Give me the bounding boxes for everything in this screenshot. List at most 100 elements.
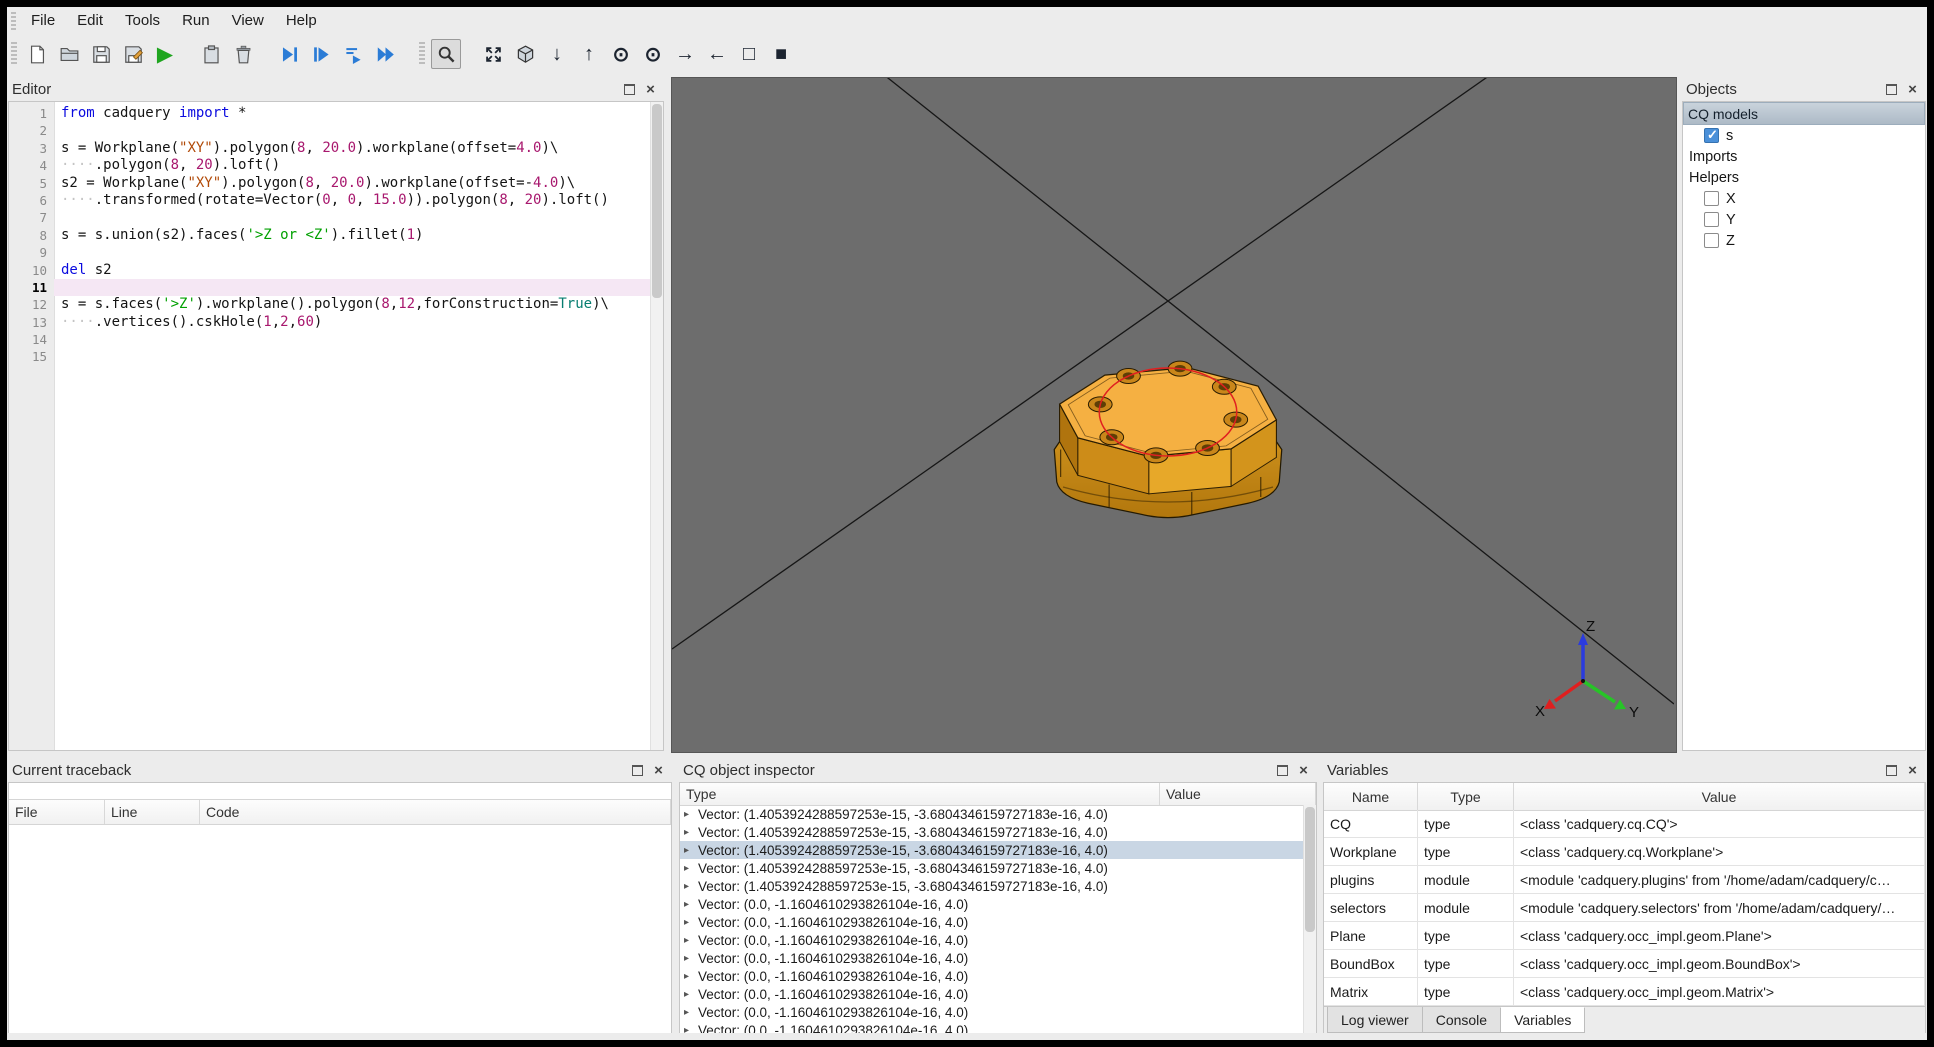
code-lines[interactable]: 1 from cadquery import * 2 3s = Workplane(… xyxy=(9,105,650,366)
code-line[interactable]: 11 xyxy=(9,278,650,297)
checkbox-s[interactable] xyxy=(1704,127,1719,143)
close-panel-button[interactable]: × xyxy=(1905,763,1920,778)
variable-row[interactable]: selectors module <module 'cadquery.selecto… xyxy=(1324,894,1925,922)
inspector-row[interactable]: ▸ Vector: (0.0, -1.1604610293826104e-16, … xyxy=(680,985,1303,1003)
tree-item-imports[interactable]: Imports xyxy=(1683,146,1925,167)
checkbox-x[interactable] xyxy=(1704,191,1719,206)
code-line[interactable]: 3s = Workplane("XY").polygon(8, 20.0).wo… xyxy=(9,140,650,157)
inspector-scrollbar[interactable] xyxy=(1303,805,1316,1033)
code-line[interactable]: 14 xyxy=(9,331,650,348)
close-panel-button[interactable]: × xyxy=(1296,763,1311,778)
variable-row[interactable]: plugins module <module 'cadquery.plugins' … xyxy=(1324,866,1925,894)
expander-icon[interactable]: ▸ xyxy=(684,971,698,982)
variable-row[interactable]: Workplane type <class 'cadquery.cq.Workpla… xyxy=(1324,838,1925,866)
float-panel-button[interactable] xyxy=(1884,763,1899,778)
column-header-name[interactable]: Name xyxy=(1324,783,1418,810)
close-panel-button[interactable]: × xyxy=(651,763,666,778)
view-bottom-button[interactable]: ↓ xyxy=(543,40,571,68)
editor-scrollbar[interactable] xyxy=(650,102,663,750)
code-line[interactable]: 9 xyxy=(9,244,650,261)
code-line[interactable]: 1 from cadquery import * xyxy=(9,105,650,122)
column-header-value[interactable]: Value xyxy=(1160,783,1316,805)
tab-console[interactable]: Console xyxy=(1421,1007,1502,1033)
menubar-grip[interactable] xyxy=(11,12,16,30)
float-panel-button[interactable] xyxy=(1884,82,1899,97)
iso-view-button[interactable] xyxy=(511,40,539,68)
view-front-button[interactable]: ⊙ xyxy=(607,40,635,68)
inspector-row[interactable]: ▸ Vector: (0.0, -1.1604610293826104e-16, … xyxy=(680,895,1303,913)
toolbar-grip[interactable] xyxy=(11,42,17,66)
tab-log-viewer[interactable]: Log viewer xyxy=(1327,1007,1423,1033)
inspector-row[interactable]: ▸ Vector: (0.0, -1.1604610293826104e-16, … xyxy=(680,1021,1303,1034)
objects-tree[interactable]: CQ models s Imports Helpers XYZ xyxy=(1682,101,1926,751)
column-header-code[interactable]: Code xyxy=(200,800,671,824)
float-panel-button[interactable] xyxy=(630,763,645,778)
variable-row[interactable]: Plane type <class 'cadquery.occ_impl.geom.… xyxy=(1324,922,1925,950)
code-line[interactable]: 4 ····.polygon(8, 20).loft() xyxy=(9,157,650,174)
inspector-row[interactable]: ▸ Vector: (1.4053924288597253e-15, -3.680… xyxy=(680,805,1303,823)
save-button[interactable] xyxy=(87,40,115,68)
paste-button[interactable] xyxy=(197,40,225,68)
expander-icon[interactable]: ▸ xyxy=(684,989,698,1000)
expander-icon[interactable]: ▸ xyxy=(684,917,698,928)
debug-step-next-button[interactable] xyxy=(339,40,367,68)
view-right-button[interactable]: → xyxy=(671,40,699,68)
scrollbar-thumb[interactable] xyxy=(1305,807,1315,933)
fit-view-button[interactable] xyxy=(479,40,507,68)
expander-icon[interactable]: ▸ xyxy=(684,953,698,964)
inspector-row[interactable]: ▸ Vector: (0.0, -1.1604610293826104e-16, … xyxy=(680,1003,1303,1021)
code-line[interactable]: 10 del s2 xyxy=(9,262,650,279)
toolbar-grip-2[interactable] xyxy=(419,42,425,66)
scrollbar-thumb[interactable] xyxy=(652,104,662,299)
new-file-button[interactable] xyxy=(23,40,51,68)
code-line[interactable]: 8s = s.union(s2).faces('>Z or <Z').fille… xyxy=(9,227,650,244)
delete-button[interactable] xyxy=(229,40,257,68)
code-line[interactable]: 7 xyxy=(9,209,650,226)
variable-row[interactable]: CQ type <class 'cadquery.cq.CQ'> xyxy=(1324,810,1925,838)
menu-run[interactable]: Run xyxy=(171,7,221,35)
code-line[interactable]: 12 s = s.faces('>Z').workplane().polygon(… xyxy=(9,296,650,313)
save-as-button[interactable] xyxy=(119,40,147,68)
code-line[interactable]: 13 ····.vertices().cskHole(1,2,60) xyxy=(9,314,650,331)
code-line[interactable]: 2 xyxy=(9,122,650,139)
inspector-row[interactable]: ▸ Vector: (1.4053924288597253e-15, -3.680… xyxy=(680,859,1303,877)
float-panel-button[interactable] xyxy=(1275,763,1290,778)
view-left-button[interactable]: ← xyxy=(703,40,731,68)
expander-icon[interactable]: ▸ xyxy=(684,827,698,838)
tree-item-z[interactable]: Z xyxy=(1683,230,1925,251)
inspector-row[interactable]: ▸ Vector: (1.4053924288597253e-15, -3.680… xyxy=(680,841,1303,859)
view-top-button[interactable]: ↑ xyxy=(575,40,603,68)
inspector-row[interactable]: ▸ Vector: (0.0, -1.1604610293826104e-16, … xyxy=(680,913,1303,931)
objects-group-header[interactable]: CQ models xyxy=(1683,102,1925,125)
inspector-row[interactable]: ▸ Vector: (1.4053924288597253e-15, -3.680… xyxy=(680,877,1303,895)
viewport-canvas[interactable]: Z X Y xyxy=(672,78,1674,750)
tree-item-s[interactable]: s xyxy=(1683,125,1925,146)
checkbox-z[interactable] xyxy=(1704,233,1719,248)
tree-item-y[interactable]: Y xyxy=(1683,209,1925,230)
checkbox-y[interactable] xyxy=(1704,212,1719,227)
open-file-button[interactable] xyxy=(55,40,83,68)
column-header-file[interactable]: File xyxy=(9,800,105,824)
expander-icon[interactable]: ▸ xyxy=(684,1025,698,1034)
column-header-value[interactable]: Value xyxy=(1514,783,1925,810)
inspector-row[interactable]: ▸ Vector: (0.0, -1.1604610293826104e-16, … xyxy=(680,949,1303,967)
menu-file[interactable]: File xyxy=(20,7,66,35)
shaded-button[interactable]: ■ xyxy=(767,40,795,68)
expander-icon[interactable]: ▸ xyxy=(684,899,698,910)
close-panel-button[interactable]: × xyxy=(1905,82,1920,97)
menu-tools[interactable]: Tools xyxy=(114,7,171,35)
expander-icon[interactable]: ▸ xyxy=(684,809,698,820)
variable-row[interactable]: BoundBox type <class 'cadquery.occ_impl.ge… xyxy=(1324,950,1925,978)
code-line[interactable]: 6 ····.transformed(rotate=Vector(0, 0, 15… xyxy=(9,192,650,209)
render-button[interactable]: ▶ xyxy=(151,40,179,68)
tree-item-x[interactable]: X xyxy=(1683,188,1925,209)
inspector-row[interactable]: ▸ Vector: (0.0, -1.1604610293826104e-16, … xyxy=(680,967,1303,985)
float-panel-button[interactable] xyxy=(622,82,637,97)
code-line[interactable]: 15 xyxy=(9,348,650,365)
menu-view[interactable]: View xyxy=(221,7,275,35)
expander-icon[interactable]: ▸ xyxy=(684,935,698,946)
debug-continue-button[interactable] xyxy=(371,40,399,68)
expander-icon[interactable]: ▸ xyxy=(684,881,698,892)
close-panel-button[interactable]: × xyxy=(643,82,658,97)
column-header-type[interactable]: Type xyxy=(680,783,1160,805)
